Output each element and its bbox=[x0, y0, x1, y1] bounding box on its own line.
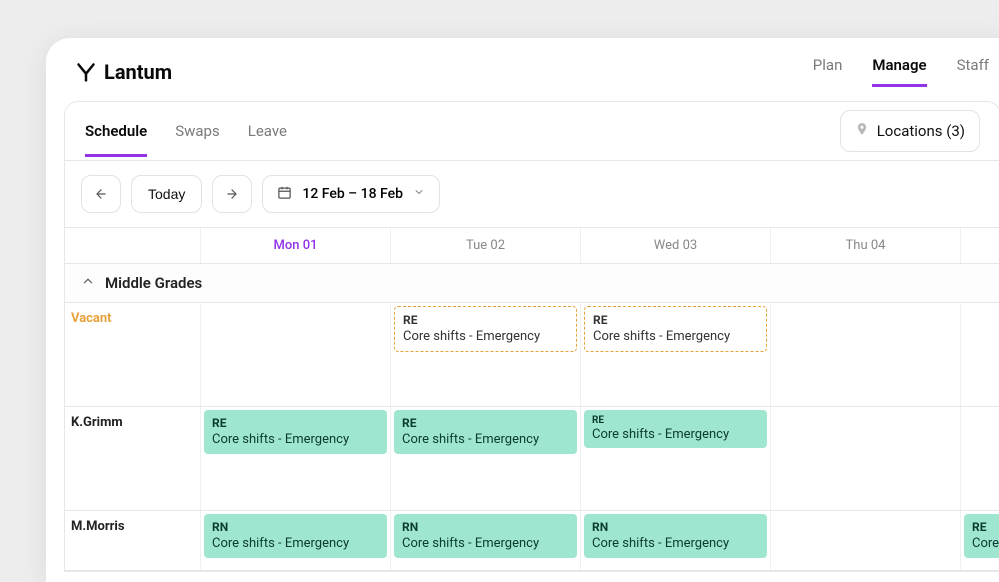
schedule-row: K.GrimmRECore shifts - EmergencyRECore s… bbox=[65, 407, 999, 511]
row-label: Vacant bbox=[65, 303, 200, 406]
schedule-cell bbox=[770, 511, 960, 570]
shift-block[interactable]: RECore shifts - Emergency bbox=[584, 306, 767, 352]
tab-schedule[interactable]: Schedule bbox=[85, 106, 147, 157]
chevron-up-icon bbox=[81, 274, 95, 292]
schedule-grid: Mon 01Tue 02Wed 03Thu 04 Middle Grades V… bbox=[65, 228, 999, 571]
shift-code: RE bbox=[212, 416, 379, 432]
shift-code: RN bbox=[212, 520, 379, 536]
schedule-cell: RECore shifts - Emergency bbox=[390, 303, 580, 406]
schedule-cell bbox=[770, 303, 960, 406]
schedule-cell: RNCore shifts - Emergency bbox=[200, 511, 390, 570]
tab-swaps[interactable]: Swaps bbox=[175, 106, 220, 157]
day-header-row: Mon 01Tue 02Wed 03Thu 04 bbox=[65, 228, 999, 264]
schedule-cell: RECore shifts - Emergency bbox=[580, 303, 770, 406]
shift-code: RE bbox=[972, 520, 999, 536]
app-window: Lantum Plan Manage Staff Schedule Swaps Leav… bbox=[46, 38, 999, 582]
next-week-button[interactable] bbox=[212, 175, 252, 213]
schedule-cell: RECore shifts - Emergency bbox=[390, 407, 580, 510]
shift-desc: Core shifts - Emergency bbox=[402, 432, 569, 449]
shift-code: RN bbox=[592, 520, 759, 536]
shift-desc: Core s bbox=[972, 536, 999, 553]
topnav-item-staff[interactable]: Staff bbox=[957, 56, 989, 87]
schedule-row: M.MorrisRNCore shifts - EmergencyRNCore … bbox=[65, 511, 999, 571]
group-name: Middle Grades bbox=[105, 274, 202, 292]
shift-desc: Core shifts - Emergency bbox=[403, 329, 568, 346]
day-header-1: Tue 02 bbox=[390, 228, 580, 263]
toolbar: Today 12 Feb – 18 Feb bbox=[65, 161, 999, 228]
shift-code: RE bbox=[403, 313, 568, 329]
date-range-label: 12 Feb – 18 Feb bbox=[302, 186, 403, 202]
day-header-4 bbox=[960, 228, 999, 263]
today-label: Today bbox=[148, 186, 185, 202]
group-header[interactable]: Middle Grades bbox=[65, 264, 999, 303]
shift-code: RE bbox=[593, 313, 758, 329]
shift-desc: Core shifts - Emergency bbox=[592, 427, 759, 444]
tab-leave[interactable]: Leave bbox=[248, 106, 287, 157]
schedule-cell: RECore s bbox=[960, 511, 999, 570]
shift-block[interactable]: RECore shifts - Emergency bbox=[394, 410, 577, 454]
brand: Lantum bbox=[76, 60, 172, 84]
row-label: K.Grimm bbox=[65, 407, 200, 510]
shift-block[interactable]: RECore shifts - Emergency bbox=[584, 410, 767, 448]
tabs: Schedule Swaps Leave bbox=[85, 106, 287, 157]
shift-code: RN bbox=[402, 520, 569, 536]
shift-code: RE bbox=[402, 416, 569, 432]
schedule-row: VacantRECore shifts - EmergencyRECore sh… bbox=[65, 303, 999, 407]
shift-desc: Core shifts - Emergency bbox=[593, 329, 758, 346]
day-header-0: Mon 01 bbox=[200, 228, 390, 263]
top-nav: Plan Manage Staff bbox=[813, 56, 989, 87]
main-panel: Schedule Swaps Leave Locations (3) Today bbox=[64, 101, 999, 572]
pin-icon bbox=[855, 121, 869, 141]
shift-desc: Core shifts - Emergency bbox=[212, 432, 379, 449]
schedule-cell bbox=[770, 407, 960, 510]
brand-logo-icon bbox=[76, 62, 96, 82]
shift-desc: Core shifts - Emergency bbox=[402, 536, 569, 553]
schedule-cell: RECore shifts - Emergency bbox=[200, 407, 390, 510]
shift-block[interactable]: RECore shifts - Emergency bbox=[204, 410, 387, 454]
tabs-row: Schedule Swaps Leave Locations (3) bbox=[65, 102, 999, 161]
schedule-cell bbox=[960, 407, 999, 510]
schedule-cell: RNCore shifts - Emergency bbox=[390, 511, 580, 570]
shift-block[interactable]: RECore shifts - Emergency bbox=[394, 306, 577, 352]
shift-block[interactable]: RECore s bbox=[964, 514, 999, 558]
locations-label: Locations (3) bbox=[877, 122, 965, 140]
today-button[interactable]: Today bbox=[131, 175, 202, 213]
date-range-picker[interactable]: 12 Feb – 18 Feb bbox=[262, 175, 440, 213]
schedule-cell: RECore shifts - Emergency bbox=[580, 407, 770, 510]
schedule-cell bbox=[960, 303, 999, 406]
locations-filter-button[interactable]: Locations (3) bbox=[840, 110, 980, 152]
schedule-cell bbox=[200, 303, 390, 406]
topbar: Lantum Plan Manage Staff bbox=[46, 38, 999, 101]
day-header-3: Thu 04 bbox=[770, 228, 960, 263]
shift-desc: Core shifts - Emergency bbox=[212, 536, 379, 553]
row-label: M.Morris bbox=[65, 511, 200, 570]
shift-code: RE bbox=[592, 414, 759, 427]
shift-block[interactable]: RNCore shifts - Emergency bbox=[204, 514, 387, 558]
topnav-item-manage[interactable]: Manage bbox=[872, 56, 926, 87]
prev-week-button[interactable] bbox=[81, 175, 121, 213]
shift-block[interactable]: RNCore shifts - Emergency bbox=[584, 514, 767, 558]
day-header-2: Wed 03 bbox=[580, 228, 770, 263]
shift-desc: Core shifts - Emergency bbox=[592, 536, 759, 553]
schedule-cell: RNCore shifts - Emergency bbox=[580, 511, 770, 570]
topnav-item-plan[interactable]: Plan bbox=[813, 56, 843, 87]
calendar-icon bbox=[277, 185, 292, 204]
brand-name: Lantum bbox=[104, 60, 172, 84]
chevron-down-icon bbox=[413, 186, 425, 202]
shift-block[interactable]: RNCore shifts - Emergency bbox=[394, 514, 577, 558]
day-header-spacer bbox=[65, 228, 200, 263]
